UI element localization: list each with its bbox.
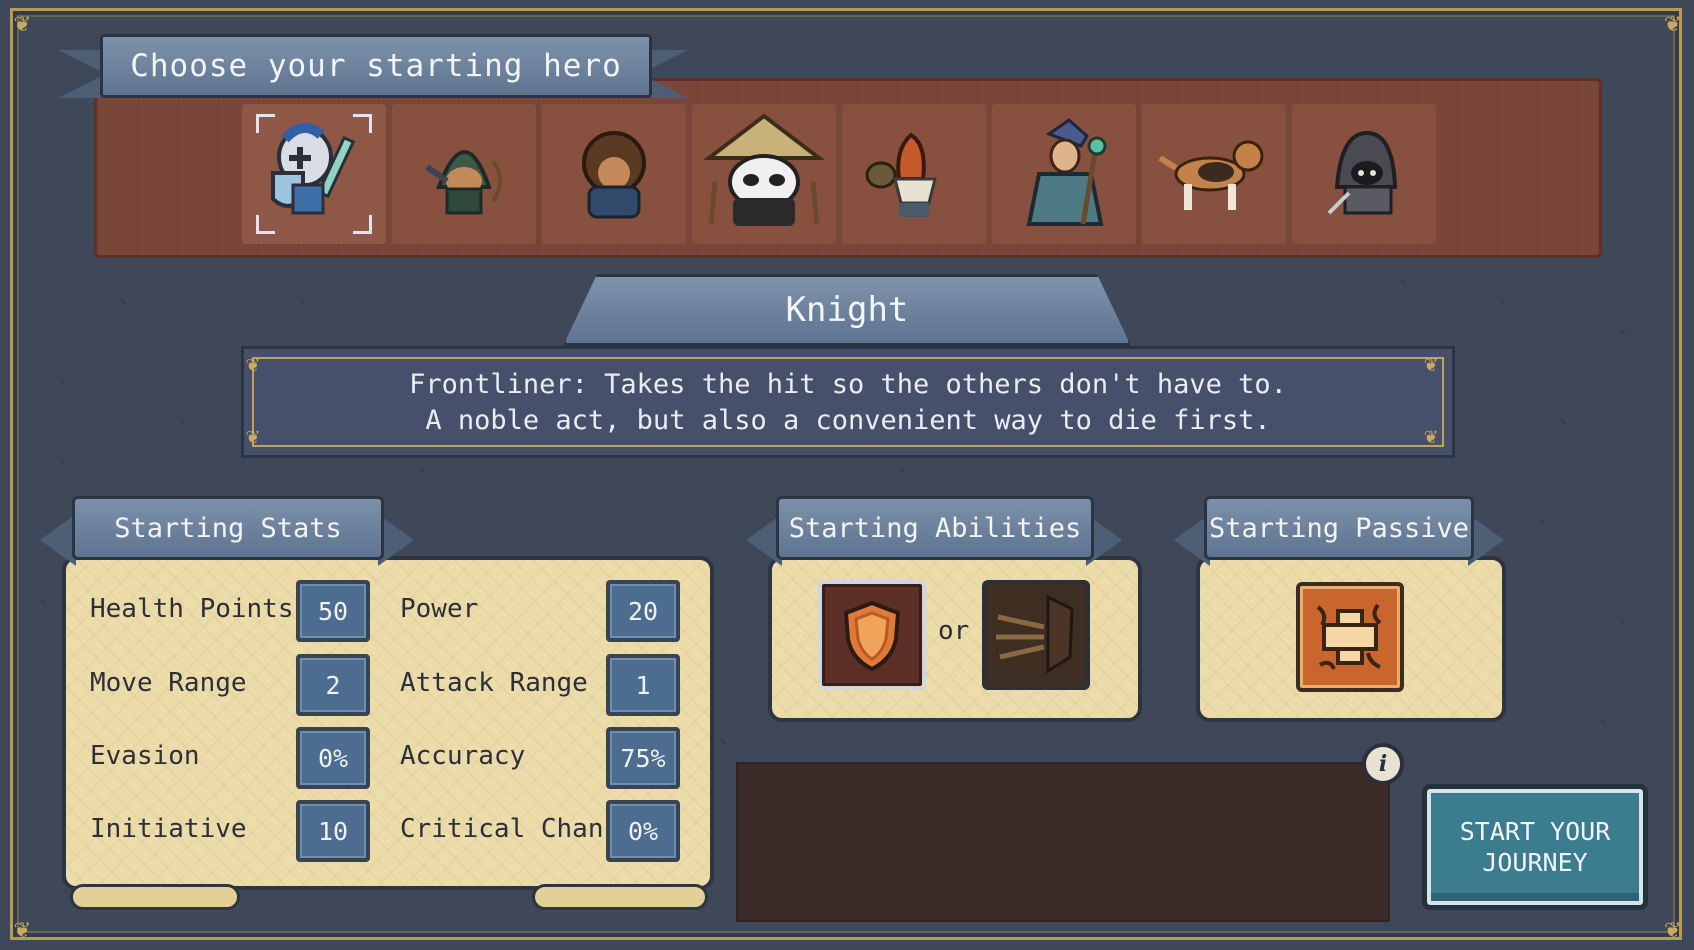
knight-portrait-icon — [259, 117, 369, 231]
beagle-dog-portrait-icon — [1154, 122, 1274, 226]
selection-bracket — [353, 114, 372, 133]
corner-ornament-icon: ❦ — [14, 914, 30, 944]
selection-bracket — [256, 114, 275, 133]
selection-bracket — [256, 215, 275, 234]
stat-label: Initiative — [90, 814, 247, 844]
mage-portrait-icon — [1009, 112, 1119, 236]
start-journey-button[interactable]: START YOUR JOURNEY — [1422, 784, 1648, 910]
hero-slot-hooded-rogue[interactable] — [1292, 104, 1436, 244]
hero-slot-panda-monk[interactable] — [692, 104, 836, 244]
stat-value: 20 — [606, 580, 680, 642]
ability-info-panel — [736, 762, 1390, 922]
corner-ornament-icon: ❦ — [1424, 352, 1438, 377]
abilities-title: Starting Abilities — [776, 496, 1094, 560]
passive-healing-cross-icon[interactable] — [1296, 582, 1404, 692]
corner-ornament-icon: ❦ — [14, 8, 30, 38]
stat-label: Evasion — [90, 741, 200, 771]
selection-bracket — [353, 215, 372, 234]
hero-slot-ranger[interactable] — [392, 104, 536, 244]
ribbon-tail-left — [58, 50, 106, 98]
stat-value: 0% — [606, 800, 680, 862]
stat-value: 1 — [606, 654, 680, 716]
stat-label: Accuracy — [400, 741, 526, 771]
stat-value: 2 — [296, 654, 370, 716]
stat-value: 75% — [606, 727, 680, 789]
panda-monk-portrait-icon — [699, 112, 829, 236]
stats-title: Starting Stats — [72, 496, 384, 560]
ability-charge-icon[interactable] — [982, 580, 1090, 690]
scroll-curl — [70, 884, 240, 910]
arrow-left-icon — [40, 514, 76, 566]
start-journey-label: START YOUR JOURNEY — [1459, 817, 1611, 877]
hero-description: Frontliner: Takes the hit so the others … — [241, 346, 1455, 458]
hooded-rogue-portrait-icon — [1309, 117, 1419, 231]
hero-slot-gnome-tinkerer[interactable] — [842, 104, 986, 244]
stat-label: Critical Chance — [400, 814, 635, 844]
stat-label: Health Points — [90, 594, 294, 624]
stat-value: 10 — [296, 800, 370, 862]
hero-description-line: Frontliner: Takes the hit so the others … — [409, 369, 1287, 400]
hero-name: Knight — [563, 274, 1131, 346]
stat-value: 50 — [296, 580, 370, 642]
hero-slot-bear[interactable] — [542, 104, 686, 244]
stat-label: Move Range — [90, 668, 247, 698]
ability-or-separator: or — [938, 616, 970, 646]
passive-title: Starting Passive — [1204, 496, 1474, 560]
hero-slot-beagle-dog[interactable] — [1142, 104, 1286, 244]
gnome-tinkerer-portrait-icon — [859, 117, 969, 231]
ranger-portrait-icon — [409, 117, 519, 231]
corner-ornament-icon: ❦ — [246, 424, 260, 449]
ability-shield-icon[interactable] — [818, 580, 926, 690]
info-button[interactable]: i — [1362, 743, 1404, 785]
page-title: Choose your starting hero — [100, 34, 652, 98]
corner-ornament-icon: ❦ — [246, 352, 260, 377]
bear-portrait-icon — [559, 117, 669, 231]
stat-label: Power — [400, 594, 479, 624]
hero-slot-mage[interactable] — [992, 104, 1136, 244]
scroll-curl — [532, 884, 708, 910]
stat-label: Attack Range — [400, 668, 588, 698]
corner-ornament-icon: ❦ — [1664, 914, 1680, 944]
hero-slot-knight[interactable] — [242, 104, 386, 244]
stat-value: 0% — [296, 727, 370, 789]
corner-ornament-icon: ❦ — [1664, 8, 1680, 38]
corner-ornament-icon: ❦ — [1424, 424, 1438, 449]
hero-description-line: A noble act, but also a convenient way t… — [425, 405, 1271, 436]
